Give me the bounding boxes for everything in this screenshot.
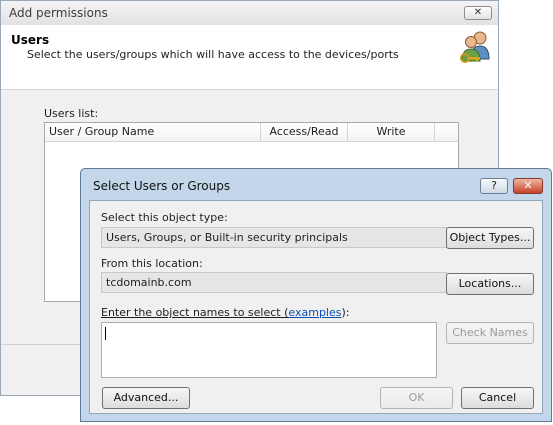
help-button[interactable]: ? [480,178,508,194]
header-band: Users Select the users/groups which will… [1,25,498,90]
close-icon: ✕ [473,7,483,18]
column-header-user-group[interactable]: User / Group Name [45,123,261,141]
location-label: From this location: [101,257,203,270]
help-icon: ? [491,179,497,192]
ok-button[interactable]: OK [380,387,453,409]
examples-link[interactable]: examples [288,306,341,319]
select-users-dialog: Select Users or Groups ? ✕ Select this o… [80,168,552,422]
page-subtitle: Select the users/groups which will have … [27,48,399,61]
location-field: tcdomainb.com [101,272,447,293]
object-names-input[interactable] [101,322,437,378]
close-button[interactable]: ✕ [464,6,492,20]
advanced-button[interactable]: Advanced... [102,387,190,409]
object-types-button[interactable]: Object Types... [446,227,534,249]
users-key-icon [460,31,490,63]
title-bar: Add permissions ✕ [1,1,498,26]
cancel-button-label: Cancel [478,391,517,404]
cancel-button[interactable]: Cancel [461,387,534,409]
advanced-button-label: Advanced... [113,391,179,404]
dialog-title: Select Users or Groups [93,179,231,193]
locations-button-label: Locations... [458,277,522,290]
check-names-button-label: Check Names [452,326,528,339]
object-names-label: Enter the object names to select (exampl… [101,306,349,319]
object-types-button-label: Object Types... [449,231,531,244]
column-header-write[interactable]: Write [348,123,435,141]
users-list-label: Users list: [44,107,99,120]
object-type-label: Select this object type: [101,211,228,224]
dialog-body: Select this object type: Users, Groups, … [89,200,543,414]
close-icon: ✕ [523,179,533,192]
locations-button[interactable]: Locations... [446,273,534,295]
object-names-label-suffix: ): [341,306,350,319]
text-caret [105,327,106,340]
object-type-field: Users, Groups, or Built-in security prin… [101,227,447,248]
ok-button-label: OK [408,391,425,404]
dialog-close-button[interactable]: ✕ [513,178,543,194]
users-list-header: User / Group Name Access/Read Write [45,123,458,142]
column-header-access-read[interactable]: Access/Read [261,123,348,141]
window-title: Add permissions [9,6,108,20]
check-names-button[interactable]: Check Names [446,322,534,344]
page-title: Users [11,33,50,47]
object-names-label-text: Enter the object names to select ( [101,306,289,319]
